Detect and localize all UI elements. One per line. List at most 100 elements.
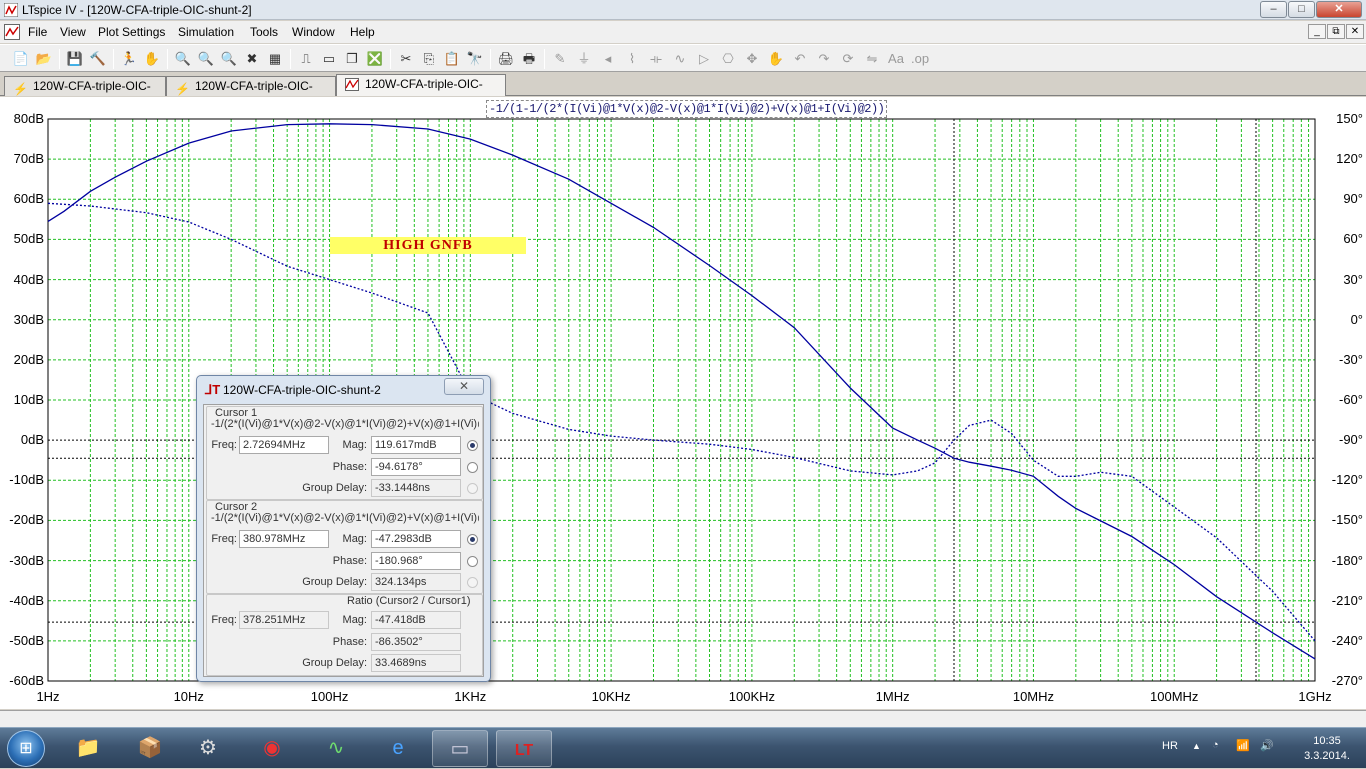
rotate-icon[interactable]: ⟳ xyxy=(839,50,857,68)
fft-icon[interactable]: ⎍ xyxy=(297,50,315,68)
clock-date[interactable]: 3.3.2014. xyxy=(1302,750,1352,762)
maximize-button[interactable]: □ xyxy=(1288,1,1315,18)
taskbar-app-antivirus[interactable]: ◉ xyxy=(244,730,300,767)
save-icon[interactable]: 💾 xyxy=(66,50,84,68)
cursor1-freq-label: Freq: xyxy=(211,439,237,451)
cursor2-group-delay-radio[interactable] xyxy=(467,577,478,588)
ratio-group-delay-label: Group Delay: xyxy=(302,657,367,669)
network-icon[interactable]: 📶 xyxy=(1236,739,1250,752)
zoom-cancel-icon[interactable]: ✖ xyxy=(243,50,261,68)
taskbar-app-ltspice[interactable]: LT xyxy=(496,730,552,767)
cursor1-phase-radio[interactable] xyxy=(467,462,478,473)
y-tick-left: -30dB xyxy=(9,552,44,568)
inductor-icon[interactable]: ∿ xyxy=(671,50,689,68)
drag-icon[interactable]: ✋ xyxy=(767,50,785,68)
component-icon[interactable]: ⎔ xyxy=(719,50,737,68)
text-icon[interactable]: Aa xyxy=(887,50,905,68)
clock-time[interactable]: 10:35 xyxy=(1302,735,1352,747)
cursor2-mag-radio[interactable] xyxy=(467,534,478,545)
language-indicator[interactable]: HR xyxy=(1162,740,1178,752)
mdi-restore-button[interactable]: ⧉ xyxy=(1327,24,1345,39)
cursor2-mag-label: Mag: xyxy=(342,533,367,545)
menu-file[interactable]: File xyxy=(28,25,47,39)
tab-schematic-1[interactable]: ⚡ 120W-CFA-triple-OIC-shunt xyxy=(4,76,166,112)
label-icon[interactable]: ◂ xyxy=(599,50,617,68)
y-tick-right: -210° xyxy=(1331,592,1363,608)
taskbar-app-installer[interactable]: 📦 xyxy=(122,730,178,767)
capacitor-icon[interactable]: ⟛ xyxy=(647,50,665,68)
mirror-icon[interactable]: ⇋ xyxy=(863,50,881,68)
taskbar-app-window-manager[interactable]: ▭ xyxy=(432,730,488,767)
cascade-icon[interactable]: ❐ xyxy=(343,50,361,68)
menu-help[interactable]: Help xyxy=(350,25,375,39)
y-tick-left: 30dB xyxy=(13,311,44,327)
taskbar-app-internet-explorer[interactable]: e xyxy=(370,730,426,767)
autorange-icon[interactable]: ▦ xyxy=(266,50,284,68)
menu-simulation[interactable]: Simulation xyxy=(178,25,234,39)
open-icon[interactable]: 📂 xyxy=(35,50,53,68)
print-icon[interactable]: 🖨 xyxy=(497,50,515,68)
move-icon[interactable]: ✥ xyxy=(743,50,761,68)
tab-plot[interactable]: 120W-CFA-triple-OIC-shunt-2 xyxy=(336,74,506,110)
undo-icon[interactable]: ↶ xyxy=(791,50,809,68)
wire-icon[interactable]: ✎ xyxy=(551,50,569,68)
menu-plot-settings[interactable]: Plot Settings xyxy=(98,25,165,39)
taskbar-app-oscilloscope[interactable]: ∿ xyxy=(308,730,364,767)
cursor1-phase-field[interactable]: -94.6178° xyxy=(371,458,461,476)
run-icon[interactable]: 🏃 xyxy=(120,50,138,68)
redo-icon[interactable]: ↷ xyxy=(815,50,833,68)
close-all-icon[interactable]: ❎ xyxy=(366,50,384,68)
ratio-group: Ratio (Cursor2 / Cursor1) Freq: 378.251M… xyxy=(206,594,483,676)
y-tick-right: -240° xyxy=(1331,632,1363,648)
cut-icon[interactable]: ✂ xyxy=(397,50,415,68)
y-tick-right: -120° xyxy=(1331,472,1363,488)
minimize-button[interactable]: – xyxy=(1260,1,1287,18)
y-tick-right: -270° xyxy=(1331,673,1363,688)
print-preview-icon[interactable]: 🖶 xyxy=(520,50,538,68)
cursor1-group-delay-radio[interactable] xyxy=(467,483,478,494)
menu-tools[interactable]: Tools xyxy=(250,25,278,39)
find-icon[interactable]: 🔭 xyxy=(466,50,484,68)
zoom-in-icon[interactable]: 🔍 xyxy=(174,50,192,68)
show-hidden-icons-icon[interactable]: ▲ xyxy=(1192,741,1201,751)
mdi-minimize-button[interactable]: _ xyxy=(1308,24,1326,39)
cursor2-freq-field[interactable]: 380.978MHz xyxy=(239,530,329,548)
trace-expression-label[interactable]: -1/(1-1/(2*(I(Vi)@1*V(x)@2-V(x)@1*I(Vi)@… xyxy=(486,100,888,118)
new-schematic-icon[interactable]: 📄 xyxy=(12,50,30,68)
zoom-out-icon[interactable]: 🔍 xyxy=(220,50,238,68)
copy-icon[interactable]: ⎘ xyxy=(420,50,438,68)
tab-schematic-2[interactable]: ⚡ 120W-CFA-triple-OIC-shunt-2 xyxy=(166,76,336,112)
resistor-icon[interactable]: ⌇ xyxy=(623,50,641,68)
volume-icon[interactable]: 🔊 xyxy=(1260,739,1274,752)
cursor2-phase-radio[interactable] xyxy=(467,556,478,567)
x-tick: 10Hz xyxy=(173,689,204,704)
cursor-readout-dialog[interactable]: ⅃T 120W-CFA-triple-OIC-shunt-2 ✕ Cursor … xyxy=(196,375,491,682)
cursor1-freq-field[interactable]: 2.72694MHz xyxy=(239,436,329,454)
windows-taskbar: ⊞ 📁 📦 ⚙ ◉ ∿ e ▭ LT HR ▲ ◔ 📶 🔊 10:35 3.3.2014. xyxy=(0,727,1366,768)
tile-horizontal-icon[interactable]: ▭ xyxy=(320,50,338,68)
cursor1-mag-radio[interactable] xyxy=(467,440,478,451)
taskbar-app-explorer[interactable]: 📁 xyxy=(60,730,116,767)
paste-icon[interactable]: 📋 xyxy=(443,50,461,68)
cursor2-phase-field[interactable]: -180.968° xyxy=(371,552,461,570)
cursor2-group-delay-field[interactable]: 324.134ps xyxy=(371,573,461,591)
cursor1-group-delay-field[interactable]: -33.1448ns xyxy=(371,479,461,497)
diode-icon[interactable]: ▷ xyxy=(695,50,713,68)
taskbar-app-mixer[interactable]: ⚙ xyxy=(180,730,236,767)
close-button[interactable]: ✕ xyxy=(1316,1,1362,18)
zoom-box-icon[interactable]: 🔍 xyxy=(197,50,215,68)
plot-window-icon[interactable] xyxy=(4,24,20,40)
control-panel-icon[interactable]: 🔨 xyxy=(89,50,107,68)
cursor2-mag-field[interactable]: -47.2983dB xyxy=(371,530,461,548)
update-icon[interactable]: ◔ xyxy=(1212,739,1219,751)
pan-icon[interactable]: ✋ xyxy=(143,50,161,68)
y-tick-right: 60° xyxy=(1343,231,1363,247)
menu-window[interactable]: Window xyxy=(292,25,335,39)
dialog-close-button[interactable]: ✕ xyxy=(444,378,484,395)
mdi-close-button[interactable]: ✕ xyxy=(1346,24,1364,39)
spice-directive-icon[interactable]: .op xyxy=(911,50,929,68)
cursor1-mag-field[interactable]: 119.617mdB xyxy=(371,436,461,454)
menu-view[interactable]: View xyxy=(60,25,86,39)
start-button[interactable]: ⊞ xyxy=(7,730,45,767)
ground-icon[interactable]: ⏚ xyxy=(575,50,593,68)
